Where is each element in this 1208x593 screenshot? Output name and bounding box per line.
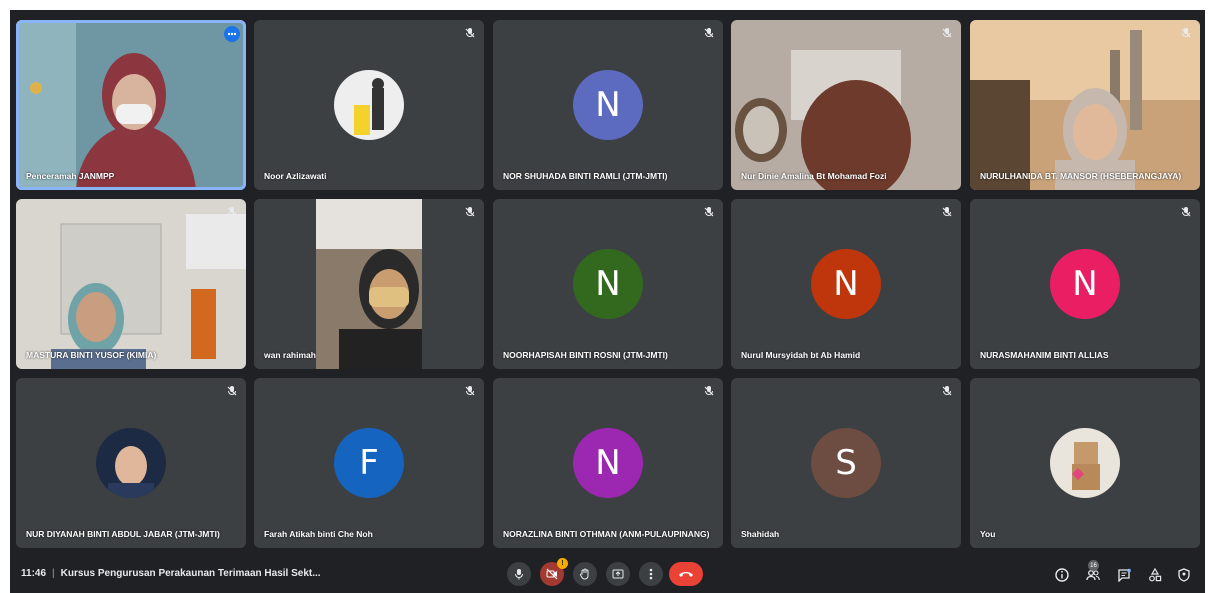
meeting-details-button[interactable] (1054, 567, 1070, 583)
mic-off-icon (465, 207, 475, 217)
participant-avatar: N (573, 249, 643, 319)
participant-name: Nur Dinie Amalina Bt Mohamad Fozi (741, 171, 887, 181)
participant-tile[interactable]: N NORAZLINA BINTI OTHMAN (ANM-PULAUPINAN… (493, 378, 723, 548)
participant-name: Shahidah (741, 529, 780, 539)
participant-avatar: N (573, 428, 643, 498)
participant-tile[interactable]: Noor Azlizawati (254, 20, 484, 190)
activities-icon (1149, 568, 1162, 582)
more-options-button[interactable] (224, 26, 240, 42)
shield-icon (1178, 568, 1190, 582)
avatar-initial: N (595, 443, 621, 483)
mic-off-icon (942, 207, 952, 217)
avatar-initial: S (835, 443, 857, 483)
avatar-initial: F (359, 443, 379, 483)
participant-name: Farah Atikah binti Che Noh (264, 529, 373, 539)
people-count-badge: 16 (1088, 560, 1099, 571)
present-screen-button[interactable] (606, 562, 630, 586)
participant-avatar: N (811, 249, 881, 319)
participant-name: Penceramah JANMPP (26, 171, 115, 181)
camera-off-icon (546, 568, 558, 580)
participant-name: NUR DIYANAH BINTI ABDUL JABAR (JTM-JMTI) (26, 529, 220, 539)
activities-button[interactable] (1147, 567, 1163, 583)
participant-avatar: S (811, 428, 881, 498)
participant-photo (1050, 428, 1120, 498)
participant-name: NORAZLINA BINTI OTHMAN (ANM-PULAUPINANG) (503, 529, 710, 539)
mic-off-icon (1181, 207, 1191, 217)
participant-tile[interactable]: N NOORHAPISAH BINTI ROSNI (JTM-JMTI) (493, 199, 723, 369)
mic-off-icon (227, 386, 237, 396)
participant-avatar: N (1050, 249, 1120, 319)
warning-badge: ! (557, 558, 568, 569)
mic-off-icon (704, 28, 714, 38)
participant-name: NOORHAPISAH BINTI ROSNI (JTM-JMTI) (503, 350, 668, 360)
participant-video (970, 20, 1200, 190)
host-controls-button[interactable] (1176, 567, 1192, 583)
mic-off-icon (942, 28, 952, 38)
more-options-menu-button[interactable] (639, 562, 663, 586)
participant-photo (96, 428, 166, 498)
participant-name: NURULHANIDA BT. MANSOR (HSEBERANGJAYA) (980, 171, 1182, 181)
mic-off-icon (465, 386, 475, 396)
mic-icon (515, 569, 523, 580)
participant-tile[interactable]: N NOR SHUHADA BINTI RAMLI (JTM-JMTI) (493, 20, 723, 190)
participant-name: Noor Azlizawati (264, 171, 327, 181)
participant-name: NOR SHUHADA BINTI RAMLI (JTM-JMTI) (503, 171, 668, 181)
people-button[interactable]: 16 (1085, 560, 1101, 583)
participant-avatar: F (334, 428, 404, 498)
mic-off-icon (704, 207, 714, 217)
hand-icon (580, 568, 589, 580)
participant-tile[interactable]: Nur Dinie Amalina Bt Mohamad Fozi (731, 20, 961, 190)
participant-tile[interactable]: N Nurul Mursyidah bt Ab Hamid (731, 199, 961, 369)
mic-off-icon (1181, 28, 1191, 38)
avatar-initial: N (1072, 264, 1098, 304)
separator: | (52, 568, 55, 579)
bottom-control-bar: 11:46 | Kursus Pengurusan Perakaunan Terim… (10, 558, 1205, 593)
participant-tile[interactable]: wan rahimah (254, 199, 484, 369)
participant-video (731, 20, 961, 190)
mic-off-icon (227, 207, 237, 217)
participant-tile[interactable]: S Shahidah (731, 378, 961, 548)
leave-call-button[interactable] (669, 562, 703, 586)
avatar-initial: N (833, 264, 859, 304)
meeting-info: 11:46 | Kursus Pengurusan Perakaunan Terim… (21, 568, 321, 579)
meet-window: Penceramah JANMPP Noor Azlizawati N NOR … (10, 10, 1205, 593)
participant-tile[interactable]: N NURASMAHANIM BINTI ALLIAS (970, 199, 1200, 369)
meeting-title: Kursus Pengurusan Perakaunan Terimaan Ha… (60, 568, 321, 579)
chat-icon (1118, 568, 1131, 582)
info-icon (1055, 568, 1069, 582)
participant-tile[interactable]: NURULHANIDA BT. MANSOR (HSEBERANGJAYA) (970, 20, 1200, 190)
more-dots-icon (227, 32, 237, 36)
participant-name: NURASMAHANIM BINTI ALLIAS (980, 350, 1109, 360)
mic-off-icon (704, 386, 714, 396)
participant-tile[interactable]: MASTURA BINTI YUSOF (KIMIA) (16, 199, 246, 369)
mic-off-icon (942, 386, 952, 396)
microphone-button[interactable] (507, 562, 531, 586)
participant-photo (334, 70, 404, 140)
participant-tile[interactable]: You (970, 378, 1200, 548)
chat-button[interactable] (1116, 567, 1132, 583)
participant-name: You (980, 529, 996, 539)
participant-tile[interactable]: F Farah Atikah binti Che Noh (254, 378, 484, 548)
present-icon (612, 569, 624, 579)
clock: 11:46 (21, 568, 47, 579)
participant-name: wan rahimah (264, 350, 316, 360)
participant-avatar: N (573, 70, 643, 140)
participant-tile[interactable]: NUR DIYANAH BINTI ABDUL JABAR (JTM-JMTI) (16, 378, 246, 548)
participant-video (16, 20, 246, 190)
raise-hand-button[interactable] (573, 562, 597, 586)
participant-video (16, 199, 246, 369)
camera-off-button[interactable]: ! (540, 558, 568, 586)
participant-video (254, 199, 484, 369)
avatar-initial: N (595, 85, 621, 125)
avatar-initial: N (595, 264, 621, 304)
hang-up-icon (679, 572, 693, 577)
participant-tile[interactable]: Penceramah JANMPP (16, 20, 246, 190)
more-vert-icon (649, 568, 653, 580)
participant-name: Nurul Mursyidah bt Ab Hamid (741, 350, 861, 360)
mic-off-icon (465, 28, 475, 38)
participant-name: MASTURA BINTI YUSOF (KIMIA) (26, 350, 157, 360)
